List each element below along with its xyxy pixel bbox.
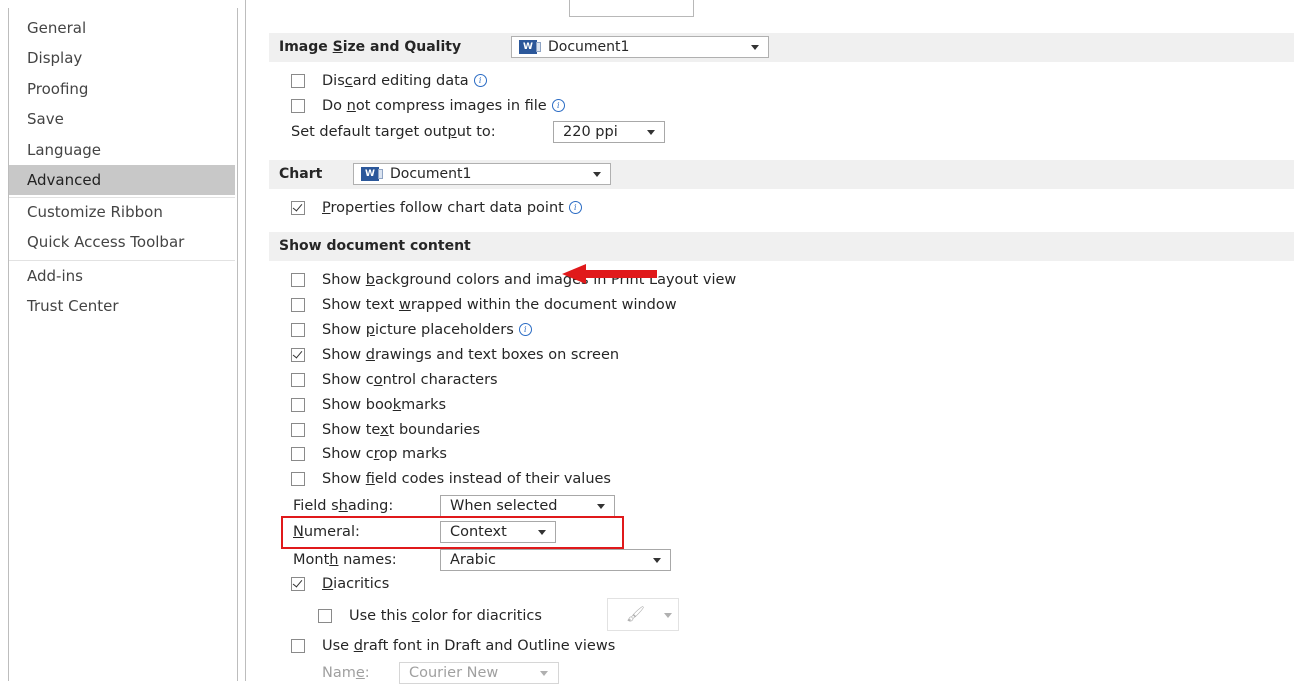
diacritics-checkbox[interactable]	[291, 577, 305, 591]
draft-font-checkbox[interactable]	[291, 639, 305, 653]
dropdown-value: Document1	[548, 39, 630, 55]
sidebar-item-customize-ribbon[interactable]: Customize Ribbon	[9, 197, 235, 227]
info-icon: i	[551, 99, 565, 112]
option-label: Use draft font in Draft and Outline view…	[322, 638, 616, 654]
option-label: Show text boundaries	[322, 422, 480, 438]
show-field-codes-option[interactable]: Show field codes instead of their values	[291, 469, 741, 489]
dropdown-value: Arabic	[450, 552, 496, 568]
chart-document-dropdown[interactable]: W Document1	[353, 163, 611, 185]
section-title: Chart	[279, 166, 323, 182]
show-drawings-option[interactable]: Show drawings and text boxes on screen	[291, 345, 741, 365]
show-control-characters-checkbox[interactable]	[291, 373, 305, 387]
option-label: Show picture placeholders i	[322, 320, 532, 340]
word-document-icon: W	[361, 167, 383, 181]
chevron-down-icon	[647, 130, 655, 135]
diacritic-color-option[interactable]: Use this color for diacritics	[318, 606, 598, 626]
show-drawings-checkbox[interactable]	[291, 348, 305, 362]
show-picture-placeholders-option[interactable]: Show picture placeholders i	[291, 320, 691, 340]
option-label: Show text wrapped within the document wi…	[322, 297, 677, 313]
sidebar-item-add-ins[interactable]: Add-ins	[9, 261, 235, 291]
target-output-label: Set default target output to:	[291, 124, 496, 140]
sidebar-item-language[interactable]: Language	[9, 135, 235, 165]
info-icon: i	[473, 74, 487, 87]
sidebar-item-proofing[interactable]: Proofing	[9, 74, 235, 104]
sidebar-item-advanced[interactable]: Advanced	[9, 165, 235, 195]
draft-font-option[interactable]: Use draft font in Draft and Outline view…	[291, 636, 751, 656]
month-names-label: Month names:	[293, 552, 397, 568]
options-sidebar: General Display Proofing Save Language A…	[8, 8, 238, 681]
month-names-dropdown[interactable]: Arabic	[440, 549, 671, 571]
paint-bucket-icon: 🖌	[626, 605, 646, 623]
chevron-down-icon	[597, 504, 605, 509]
properties-follow-chart-option[interactable]: Properties follow chart data point i	[291, 198, 711, 218]
show-crop-marks-option[interactable]: Show crop marks	[291, 444, 691, 464]
option-label: Use this color for diacritics	[349, 608, 542, 624]
red-arrow-annotation	[562, 264, 657, 284]
section-title: Image Size and Quality	[279, 39, 462, 55]
show-bookmarks-option[interactable]: Show bookmarks	[291, 395, 691, 415]
sidebar-item-display[interactable]: Display	[9, 43, 235, 73]
option-label: Show background colors and images in Pri…	[322, 272, 737, 288]
show-field-codes-checkbox[interactable]	[291, 472, 305, 486]
option-label: Properties follow chart data point i	[322, 198, 582, 218]
show-background-colors-checkbox[interactable]	[291, 273, 305, 287]
show-crop-marks-checkbox[interactable]	[291, 447, 305, 461]
chevron-down-icon	[664, 613, 672, 618]
sidebar-item-quick-access-toolbar[interactable]: Quick Access Toolbar	[9, 227, 235, 257]
no-compress-images-option[interactable]: Do not compress images in file i	[291, 96, 691, 116]
option-label: Discard editing data i	[322, 71, 487, 91]
show-picture-placeholders-checkbox[interactable]	[291, 323, 305, 337]
chevron-down-icon	[751, 45, 759, 50]
option-label: Show control characters	[322, 372, 498, 388]
option-label: Show field codes instead of their values	[322, 471, 611, 487]
show-bookmarks-checkbox[interactable]	[291, 398, 305, 412]
target-output-dropdown[interactable]: 220 ppi	[553, 121, 665, 143]
option-label: Do not compress images in file i	[322, 96, 565, 116]
option-label: Show crop marks	[322, 446, 447, 462]
option-label: Diacritics	[322, 576, 390, 592]
word-document-icon: W	[519, 40, 541, 54]
field-shading-dropdown[interactable]: When selected	[440, 495, 615, 517]
arrow-head	[562, 264, 586, 284]
previous-control-stub	[569, 0, 694, 17]
info-icon: i	[568, 201, 582, 214]
diacritics-option[interactable]: Diacritics	[291, 574, 491, 594]
discard-editing-data-option[interactable]: Discard editing data i	[291, 71, 691, 91]
show-text-wrapped-checkbox[interactable]	[291, 298, 305, 312]
numeral-highlight-box	[281, 516, 624, 549]
show-text-wrapped-option[interactable]: Show text wrapped within the document wi…	[291, 295, 791, 315]
info-icon: i	[518, 323, 532, 336]
section-title: Show document content	[279, 238, 471, 254]
option-label: Show drawings and text boxes on screen	[322, 347, 620, 363]
draft-font-name-label: Name:	[322, 665, 370, 681]
dropdown-value: 220 ppi	[563, 124, 618, 140]
option-label: Show bookmarks	[322, 397, 447, 413]
image-size-quality-header: Image Size and Quality W Document1	[269, 33, 1294, 62]
field-shading-label: Field shading:	[293, 498, 394, 514]
sidebar-item-save[interactable]: Save	[9, 104, 235, 134]
chevron-down-icon	[653, 558, 661, 563]
show-text-boundaries-option[interactable]: Show text boundaries	[291, 420, 691, 440]
sidebar-item-trust-center[interactable]: Trust Center	[9, 291, 235, 321]
arrow-shaft	[582, 270, 657, 278]
sidebar-item-general[interactable]: General	[9, 13, 235, 43]
show-control-characters-option[interactable]: Show control characters	[291, 370, 691, 390]
no-compress-images-checkbox[interactable]	[291, 99, 305, 113]
properties-follow-chart-checkbox[interactable]	[291, 201, 305, 215]
chevron-down-icon	[540, 671, 548, 676]
discard-editing-data-checkbox[interactable]	[291, 74, 305, 88]
dropdown-value: When selected	[450, 498, 558, 514]
advanced-options-panel: Image Size and Quality W Document1 Disca…	[245, 0, 1294, 684]
image-document-dropdown[interactable]: W Document1	[511, 36, 769, 58]
chart-header: Chart W Document1	[269, 160, 1294, 189]
chevron-down-icon	[593, 172, 601, 177]
diacritic-color-picker[interactable]: 🖌	[607, 598, 679, 631]
dropdown-value: Document1	[390, 166, 472, 182]
dropdown-value: Courier New	[409, 665, 499, 681]
diacritic-color-checkbox[interactable]	[318, 609, 332, 623]
show-document-content-header: Show document content	[269, 232, 1294, 261]
show-text-boundaries-checkbox[interactable]	[291, 423, 305, 437]
